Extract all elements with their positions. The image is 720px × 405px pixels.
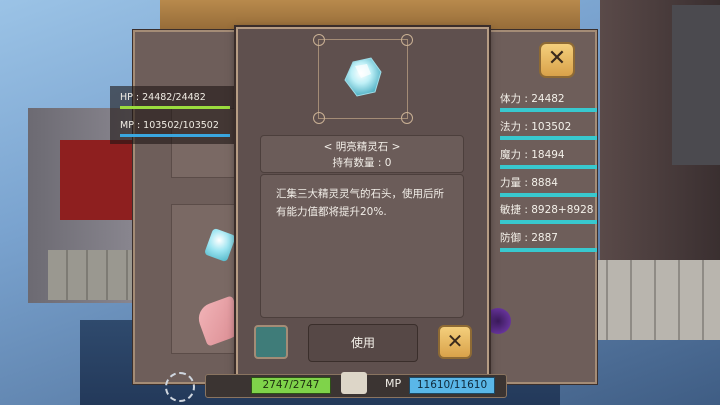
stat-bar xyxy=(500,248,597,252)
close-panel-button[interactable]: ✕ xyxy=(539,42,575,78)
stat-bar xyxy=(500,108,597,112)
mp-text: MP : 103502/103502 xyxy=(120,120,219,131)
gear-icon[interactable] xyxy=(165,372,195,402)
stone-pillar xyxy=(672,5,720,165)
hud-hp: 2747/2747 xyxy=(251,377,331,394)
gem-icon xyxy=(203,227,237,263)
stat-agility: 敏捷 : 8928+8928 xyxy=(500,204,594,216)
quantity-checkbox[interactable] xyxy=(254,325,288,359)
stat-defense: 防御 : 2887 xyxy=(500,232,558,244)
stat-stamina: 体力 : 24482 xyxy=(500,93,565,105)
spirit-stone-icon xyxy=(344,57,382,97)
item-image-frame xyxy=(313,34,413,124)
stat-magic: 魔力 : 18494 xyxy=(500,149,565,161)
hud-mp: 11610/11610 xyxy=(409,377,495,394)
item-name-box: < 明亮精灵石 > 持有数量 : 0 xyxy=(260,135,464,173)
stat-bar xyxy=(500,220,597,224)
close-dialog-button[interactable]: ✕ xyxy=(438,325,472,359)
bottom-hud: 2747/2747 MP 11610/11610 xyxy=(165,372,507,402)
item-description-box: 汇集三大精灵灵气的石头，使用后所有能力值都将提升20%. xyxy=(260,174,464,318)
left-stat-panel: HP : 24482/24482 MP : 103502/103502 xyxy=(110,86,240,144)
frame-corner-ornament xyxy=(313,34,325,46)
item-detail-dialog: < 明亮精灵石 > 持有数量 : 0 汇集三大精灵灵气的石头，使用后所有能力值都… xyxy=(236,27,489,380)
stat-bar xyxy=(500,193,597,197)
frame-corner-ornament xyxy=(401,112,413,124)
frame-corner-ornament xyxy=(313,112,325,124)
hp-bar xyxy=(120,106,230,109)
frame-corner-ornament xyxy=(401,34,413,46)
map-icon[interactable] xyxy=(341,372,367,394)
use-button[interactable]: 使用 xyxy=(308,324,418,362)
item-description: 汇集三大精灵灵气的石头，使用后所有能力值都将提升20%. xyxy=(276,188,444,218)
red-curtain xyxy=(60,140,140,220)
mp-bar xyxy=(120,134,230,137)
owned-count: 持有数量 : 0 xyxy=(332,157,392,169)
stat-mana: 法力 : 103502 xyxy=(500,121,572,133)
hud-mp-label: MP xyxy=(385,377,402,390)
stat-strength: 力量 : 8884 xyxy=(500,177,558,189)
stat-bar xyxy=(500,165,597,169)
hp-text: HP : 24482/24482 xyxy=(120,92,206,103)
stat-bar xyxy=(500,136,597,140)
item-name: < 明亮精灵石 > xyxy=(323,141,401,153)
